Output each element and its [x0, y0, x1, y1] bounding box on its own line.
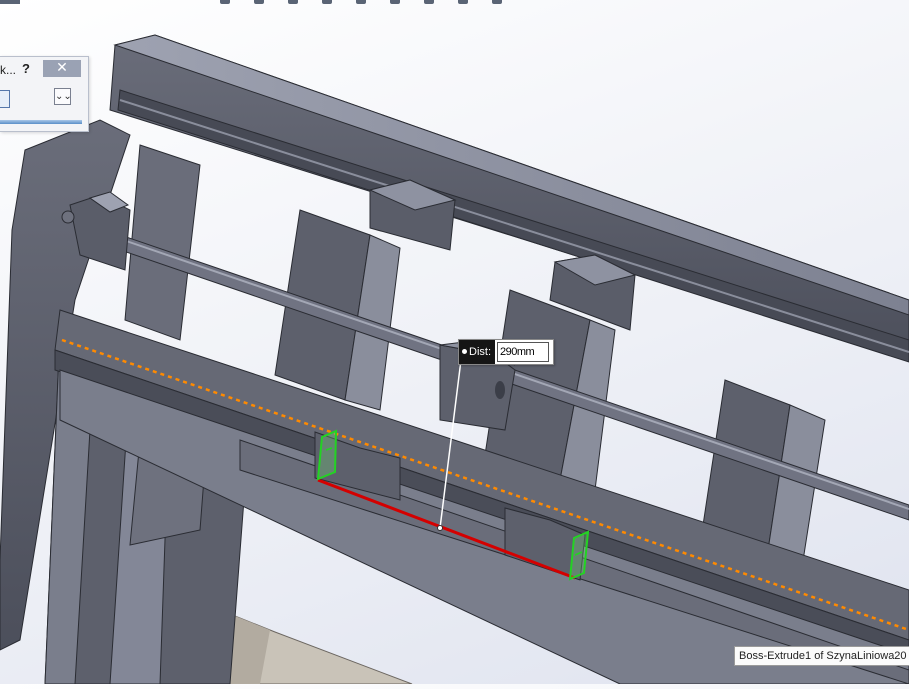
measure-icon[interactable]: [0, 90, 10, 108]
panel-separator: [0, 120, 82, 124]
heads-up-toolbar[interactable]: [220, 0, 570, 8]
cad-model[interactable]: [0, 0, 909, 685]
panel-title: k...: [0, 63, 17, 77]
section-view-icon[interactable]: [288, 0, 298, 4]
toolbar-stub[interactable]: [0, 0, 20, 4]
measure-panel[interactable]: k... ? ✕ ⌄⌄: [0, 56, 89, 132]
appearance-icon[interactable]: [390, 0, 400, 4]
hover-tooltip: Boss-Extrude1 of SzynaLiniowa20: [734, 646, 909, 666]
hide-show-icon[interactable]: [356, 0, 366, 4]
display-manager-icon[interactable]: [492, 0, 502, 4]
view-orientation-icon[interactable]: [220, 0, 230, 4]
zoom-icon[interactable]: [254, 0, 264, 4]
close-button[interactable]: ✕: [43, 60, 81, 77]
distance-value-input[interactable]: [497, 342, 549, 362]
expand-chevron-icon[interactable]: ⌄⌄: [54, 88, 72, 105]
display-style-icon[interactable]: [322, 0, 332, 4]
help-icon[interactable]: ?: [22, 61, 30, 76]
distance-label: Dist:: [459, 340, 495, 364]
distance-callout[interactable]: Dist:: [458, 339, 554, 365]
view-settings-icon[interactable]: [458, 0, 468, 4]
scene-icon[interactable]: [424, 0, 434, 4]
graphics-viewport[interactable]: k... ? ✕ ⌄⌄ Dist: Boss-Extrude1 of Szyna…: [0, 0, 909, 685]
